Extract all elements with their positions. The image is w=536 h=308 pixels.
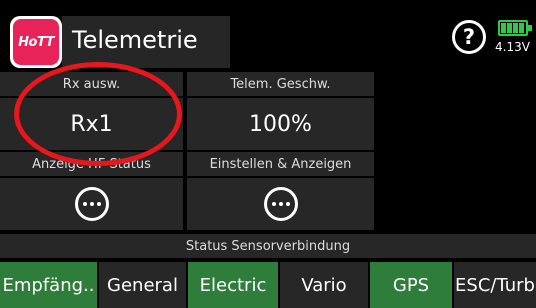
tab-label: GPS (392, 274, 430, 296)
battery-voltage: 4.13V (495, 40, 530, 54)
app-logo: HoTT (10, 16, 62, 68)
telem-speed-button[interactable]: 100% (187, 98, 374, 150)
tab-label: General (107, 274, 178, 296)
more-options-icon (74, 187, 109, 221)
tab-label: Empfäng.. (2, 274, 95, 296)
battery-icon (498, 20, 532, 36)
tab-label: Vario (301, 274, 347, 296)
more-options-icon (263, 187, 298, 221)
tab-general[interactable]: General (99, 262, 186, 308)
settings-display-button[interactable] (187, 178, 374, 230)
tab-esc-turbine[interactable]: ESC/Turb (454, 262, 536, 308)
telem-speed-label: Telem. Geschw. (187, 72, 374, 96)
telem-speed-value: 100% (249, 111, 312, 137)
title-bar: Telemetrie (62, 16, 230, 68)
highlight-ellipse (14, 62, 182, 166)
tab-receiver[interactable]: Empfäng.. (0, 262, 97, 308)
settings-display-label: Einstellen & Anzeigen (187, 152, 374, 176)
logo-text: HoTT (13, 19, 59, 65)
tab-gps[interactable]: GPS (370, 262, 452, 308)
tab-label: Electric (199, 274, 267, 296)
status-sensor-connection: Status Sensorverbindung (0, 234, 536, 258)
page-title: Telemetrie (72, 26, 198, 54)
tab-label: ESC/Turb (455, 274, 535, 296)
hf-status-button[interactable] (0, 178, 183, 230)
tab-vario[interactable]: Vario (280, 262, 368, 308)
help-button[interactable]: ? (452, 20, 486, 54)
help-icon: ? (462, 25, 476, 49)
tab-electric[interactable]: Electric (188, 262, 278, 308)
